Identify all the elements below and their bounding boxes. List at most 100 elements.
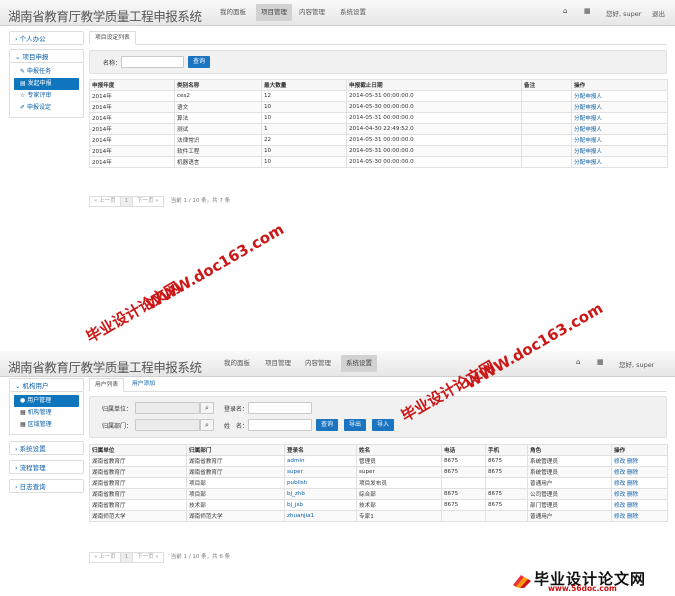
table-cell-link[interactable]: 分配申报人 (571, 156, 668, 168)
nav-my-panel[interactable]: 我的面板 (220, 6, 246, 16)
file-icon: ▤ (20, 80, 26, 87)
tab-user-list[interactable]: 用户列表 (89, 378, 125, 392)
table-cell: 10 (261, 145, 347, 157)
dept-input[interactable] (135, 419, 200, 431)
next-page-button[interactable]: 下一页 » (132, 552, 164, 563)
table-cell: 法律常识 (174, 134, 262, 146)
name-input[interactable] (248, 419, 312, 431)
sidebar-group-org-users[interactable]: ⌄ 机构用户 (9, 378, 84, 392)
table-cell-link[interactable]: 修改 删除 (611, 477, 668, 489)
table-cell-link[interactable]: 分配申报人 (571, 134, 668, 146)
nav-system-settings[interactable]: 系统设置 (341, 355, 377, 372)
table-cell-link[interactable]: 修改 删除 (611, 510, 668, 522)
sidebar-group-logs[interactable]: › 日志查询 (9, 479, 84, 493)
tab-project-settings-list[interactable]: 项目设定列表 (89, 31, 136, 45)
table-cell-link[interactable]: 分配申报人 (571, 101, 668, 113)
login-input[interactable] (248, 402, 312, 414)
table-cell: 2014-05-30 00:00:00.0 (346, 156, 522, 168)
sidebar-item-orgs[interactable]: ▦ 机构管理 (14, 407, 79, 419)
table-cell: 项目部 (186, 477, 285, 489)
home-icon[interactable]: ⌂ (576, 358, 580, 366)
table-cell-link[interactable]: bj_zhb (284, 488, 357, 500)
table-cell: 湖南师范大学 (89, 510, 187, 522)
table-cell: 2014年 (89, 134, 175, 146)
column-header: 最大数量 (261, 79, 347, 91)
sidebar-group-system-settings[interactable]: › 系统设置 (9, 441, 84, 455)
query-button[interactable]: 查询 (316, 419, 339, 431)
table-cell-link[interactable]: 分配申报人 (571, 90, 668, 102)
sidebar-group-personal[interactable]: › 个人办公 (9, 31, 84, 45)
table-cell (441, 477, 486, 489)
sidebar-group-declare[interactable]: ⌄ 项目申报 (9, 49, 84, 63)
column-header: 类别名称 (174, 79, 262, 91)
table-cell (521, 156, 572, 168)
sidebar-group-workflow[interactable]: › 流程管理 (9, 460, 84, 474)
sidebar-item-review[interactable]: ☆ 专家评审 (14, 90, 79, 102)
user-greeting[interactable]: 您好, super (619, 359, 654, 369)
table-row: 2014年 软件工程 10 2014-05-31 00:00:00.0 分配申报人 (89, 145, 668, 157)
export-button[interactable]: 导出 (344, 419, 367, 431)
sidebar-item-start[interactable]: ▤ 发起申报 (14, 78, 79, 90)
table-cell: 2014年 (89, 101, 175, 113)
search-icon[interactable]: ⌕ (200, 402, 214, 414)
table-row: 2014年 测试 1 2014-04-30 22:49:52.0 分配申报人 (89, 123, 668, 135)
user-greeting[interactable]: 您好, super (606, 8, 641, 18)
table-cell-link[interactable]: 分配申报人 (571, 145, 668, 157)
table-cell: 8675 (485, 488, 528, 500)
page-number[interactable]: 1 (119, 552, 134, 563)
table-cell: 2014年 (89, 112, 175, 124)
table-cell: 湖南省教育厅 (89, 466, 187, 478)
grid-icon[interactable]: ▦ (584, 7, 591, 15)
table-cell: 湖南省教育厅 (89, 499, 187, 511)
unit-input[interactable] (135, 402, 200, 414)
import-button[interactable]: 导入 (372, 419, 395, 431)
nav-project-management[interactable]: 项目管理 (265, 357, 291, 367)
table-cell-link[interactable]: 修改 删除 (611, 455, 668, 467)
page-number[interactable]: 1 (119, 196, 134, 207)
next-page-button[interactable]: 下一页 » (132, 196, 164, 207)
nav-content-management[interactable]: 内容管理 (299, 6, 325, 16)
logout-link[interactable]: 退出 (652, 8, 665, 18)
sidebar-item-settings[interactable]: ✐ 申报设定 (14, 102, 79, 114)
table-cell-link[interactable]: zhuanjia1 (284, 510, 357, 522)
table-cell-link[interactable]: super (284, 466, 357, 478)
table-cell-link[interactable]: bj_jsb (284, 499, 357, 511)
table-cell-link[interactable]: 分配申报人 (571, 123, 668, 135)
table-cell-link[interactable]: 修改 删除 (611, 488, 668, 500)
table-cell: 湖南省教育厅 (89, 488, 187, 500)
table-cell: 技术部 (186, 499, 285, 511)
star-icon: ☆ (20, 92, 26, 99)
table-cell-link[interactable]: publish (284, 477, 357, 489)
nav-system-settings[interactable]: 系统设置 (340, 6, 366, 16)
table-cell-link[interactable]: 修改 删除 (611, 466, 668, 478)
table-row: 湖南省教育厅 湖南省教育厅 admin 管理员 8675 8675 系统管理员 修改 删除 (89, 455, 668, 467)
sidebar-item-users[interactable]: ● 用户管理 (14, 395, 79, 407)
prev-page-button[interactable]: « 上一页 (89, 196, 121, 207)
grid-icon[interactable]: ▦ (597, 358, 604, 366)
name-input[interactable] (121, 56, 184, 68)
table-cell: 2014-05-30 00:00:00.0 (346, 101, 522, 113)
table-cell: 普通用户 (527, 510, 612, 522)
column-header: 归属单位 (89, 444, 187, 456)
table-cell: 技术部 (356, 499, 442, 511)
tab-user-add[interactable]: 用户添加 (127, 378, 160, 392)
table-row: 2014年 算法 10 2014-05-31 00:00:00.0 分配申报人 (89, 112, 668, 124)
nav-content-management[interactable]: 内容管理 (305, 357, 331, 367)
sidebar-item-tasks[interactable]: ✎ 申报任务 (14, 66, 79, 78)
table-cell: 公司管理员 (527, 488, 612, 500)
column-header: 申报截止日期 (346, 79, 522, 91)
table-cell-link[interactable]: 分配申报人 (571, 112, 668, 124)
sidebar-item-regions[interactable]: ▦ 区域管理 (14, 419, 79, 431)
nav-project-management[interactable]: 项目管理 (256, 4, 292, 21)
search-icon[interactable]: ⌕ (200, 419, 214, 431)
table-cell-link[interactable]: 修改 删除 (611, 499, 668, 511)
nav-my-panel[interactable]: 我的面板 (224, 357, 250, 367)
pagination: « 上一页 1 下一页 » 当前 1 / 10 条，共 6 条 (89, 552, 230, 563)
query-button[interactable]: 查询 (188, 56, 211, 68)
table-cell: 8675 (441, 488, 486, 500)
column-header: 申报年度 (89, 79, 175, 91)
table-cell: 部门管理员 (527, 499, 612, 511)
home-icon[interactable]: ⌂ (563, 7, 567, 15)
table-cell-link[interactable]: admin (284, 455, 357, 467)
prev-page-button[interactable]: « 上一页 (89, 552, 121, 563)
